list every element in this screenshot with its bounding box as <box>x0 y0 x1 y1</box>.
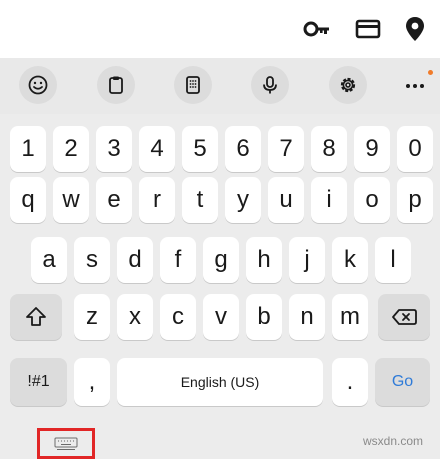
key-icon[interactable] <box>303 15 331 43</box>
key-x[interactable]: x <box>117 294 153 340</box>
clipboard-button[interactable] <box>97 66 135 104</box>
key-9[interactable]: 9 <box>354 126 390 172</box>
voice-input-button[interactable] <box>251 66 289 104</box>
key-s[interactable]: s <box>74 237 110 283</box>
key-7[interactable]: 7 <box>268 126 304 172</box>
key-g[interactable]: g <box>203 237 239 283</box>
key-6[interactable]: 6 <box>225 126 261 172</box>
key-v[interactable]: v <box>203 294 239 340</box>
more-icon <box>406 84 424 88</box>
key-u[interactable]: u <box>268 177 304 223</box>
key-4[interactable]: 4 <box>139 126 175 172</box>
key-p[interactable]: p <box>397 177 433 223</box>
key-1[interactable]: 1 <box>10 126 46 172</box>
period-key[interactable]: . <box>332 358 368 406</box>
credit-card-icon[interactable] <box>354 15 382 43</box>
backspace-key[interactable] <box>378 294 430 340</box>
microphone-icon <box>263 76 277 94</box>
space-key[interactable]: English (US) <box>117 358 323 406</box>
key-q[interactable]: q <box>10 177 46 223</box>
emoji-button[interactable] <box>19 66 57 104</box>
key-i[interactable]: i <box>311 177 347 223</box>
settings-button[interactable] <box>329 66 367 104</box>
key-w[interactable]: w <box>53 177 89 223</box>
key-e[interactable]: e <box>96 177 132 223</box>
key-8[interactable]: 8 <box>311 126 347 172</box>
keyboard-switch-button[interactable] <box>37 428 95 459</box>
key-j[interactable]: j <box>289 237 325 283</box>
key-f[interactable]: f <box>160 237 196 283</box>
key-a[interactable]: a <box>31 237 67 283</box>
key-3[interactable]: 3 <box>96 126 132 172</box>
keyboard: 1 2 3 4 5 6 7 8 9 0 q w e r t y u i o p … <box>0 114 440 459</box>
key-o[interactable]: o <box>354 177 390 223</box>
shift-icon <box>26 307 46 326</box>
key-k[interactable]: k <box>332 237 368 283</box>
shift-key[interactable] <box>10 294 62 340</box>
key-t[interactable]: t <box>182 177 218 223</box>
watermark: wsxdn.com <box>363 434 424 448</box>
keypad-icon <box>186 76 200 94</box>
key-n[interactable]: n <box>289 294 325 340</box>
key-b[interactable]: b <box>246 294 282 340</box>
keyboard-icon <box>54 437 78 450</box>
more-button[interactable] <box>400 66 430 104</box>
keypad-button[interactable] <box>174 66 212 104</box>
key-5[interactable]: 5 <box>182 126 218 172</box>
comma-key[interactable]: , <box>74 358 110 406</box>
keyboard-toolbar <box>0 58 440 114</box>
location-pin-icon[interactable] <box>401 15 429 43</box>
key-z[interactable]: z <box>74 294 110 340</box>
symbols-key[interactable]: !#1 <box>10 358 67 406</box>
key-d[interactable]: d <box>117 237 153 283</box>
key-2[interactable]: 2 <box>53 126 89 172</box>
settings-icon <box>340 77 356 93</box>
key-0[interactable]: 0 <box>397 126 433 172</box>
key-c[interactable]: c <box>160 294 196 340</box>
backspace-icon <box>392 309 417 325</box>
autofill-bar <box>0 0 440 58</box>
key-r[interactable]: r <box>139 177 175 223</box>
key-y[interactable]: y <box>225 177 261 223</box>
emoji-icon <box>28 75 48 95</box>
go-key[interactable]: Go <box>375 358 430 406</box>
notification-dot <box>428 70 433 75</box>
clipboard-icon <box>109 76 123 94</box>
key-h[interactable]: h <box>246 237 282 283</box>
key-m[interactable]: m <box>332 294 368 340</box>
key-l[interactable]: l <box>375 237 411 283</box>
